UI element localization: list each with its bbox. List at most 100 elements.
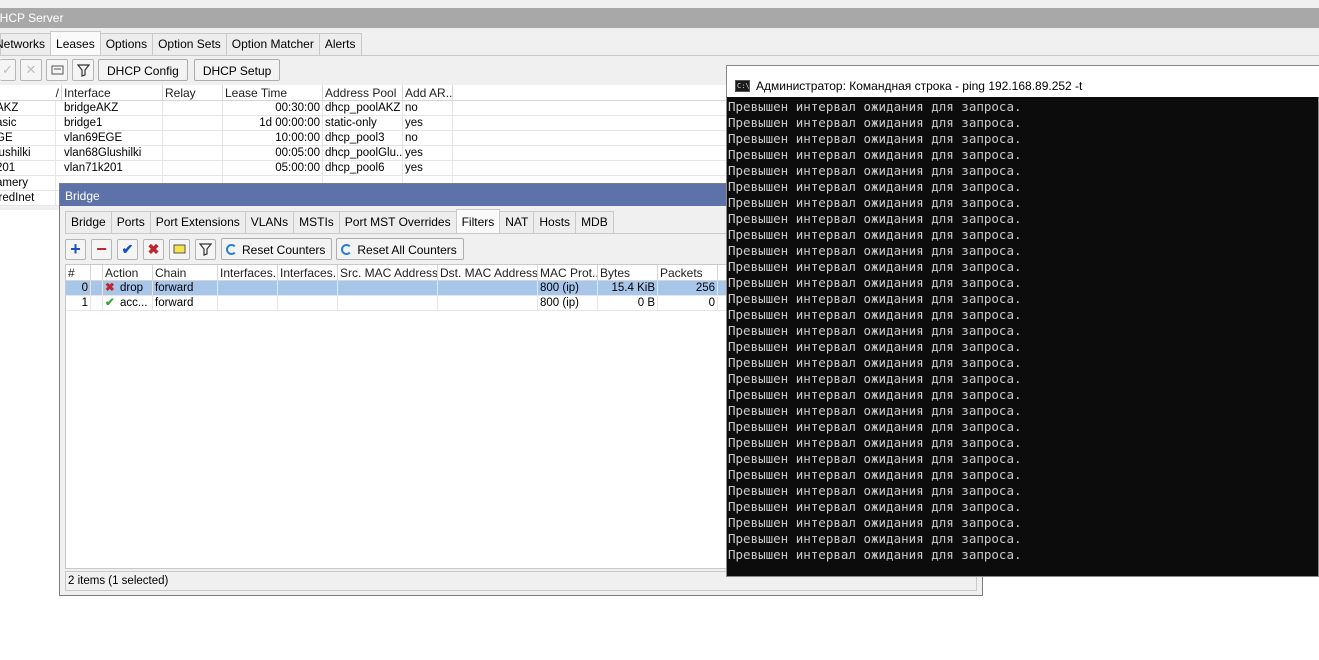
dhcp-config-button[interactable]: DHCP Config xyxy=(98,59,188,81)
cell-interface: bridgeAKZ xyxy=(62,101,163,115)
reset-all-counters-button[interactable]: Reset All Counters xyxy=(336,238,464,260)
reset-counters-button[interactable]: Reset Counters xyxy=(221,238,333,260)
dhcp-window-title[interactable]: DHCP Server xyxy=(0,8,1319,28)
comment-icon[interactable] xyxy=(46,59,68,81)
cell-src-mac xyxy=(338,281,438,295)
column-header-name[interactable]: / xyxy=(0,85,62,100)
console-line: Превышен интервал ожидания для запроса. xyxy=(728,163,1022,178)
table-header: / Interface Relay Lease Time Address Poo… xyxy=(0,85,730,101)
tab-bridge[interactable]: Bridge xyxy=(65,211,112,233)
console-line: Превышен интервал ожидания для запроса. xyxy=(728,131,1022,146)
console-line: Превышен интервал ожидания для запроса. xyxy=(728,531,1022,546)
cell-add-arp: yes xyxy=(403,116,453,130)
table-row[interactable]: AKZ bridgeAKZ 00:30:00dhcp_poolAKZno xyxy=(0,101,730,116)
cell-bytes: 15.4 KiB xyxy=(598,281,658,295)
column-header-lease-time[interactable]: Lease Time xyxy=(223,85,323,100)
filter-icon[interactable] xyxy=(195,238,216,260)
console-line: Превышен интервал ожидания для запроса. xyxy=(728,515,1022,530)
dhcp-toolbar: ✓ ✕ DHCP Config DHCP Setup xyxy=(0,58,286,82)
dhcp-setup-button[interactable]: DHCP Setup xyxy=(193,59,281,81)
console-line: Превышен интервал ожидания для запроса. xyxy=(728,451,1022,466)
tab-options[interactable]: Options xyxy=(99,33,154,55)
console-line: Превышен интервал ожидания для запроса. xyxy=(728,339,1022,354)
column-header-bytes[interactable]: Bytes xyxy=(598,265,658,280)
remove-icon[interactable]: − xyxy=(91,238,112,260)
tab-option-sets[interactable]: Option Sets xyxy=(152,33,227,55)
column-header-mac-protocol[interactable]: MAC Prot... xyxy=(538,265,598,280)
tab-hosts[interactable]: Hosts xyxy=(533,211,577,233)
tab-port-extensions[interactable]: Port Extensions xyxy=(149,211,246,233)
cell-name: asic xyxy=(0,116,56,130)
tab-ports[interactable]: Ports xyxy=(110,211,151,233)
cell-address-pool: dhcp_poolAKZ xyxy=(323,101,403,115)
column-header-relay[interactable]: Relay xyxy=(163,85,223,100)
cell-lease-time: 1d 00:00:00 xyxy=(223,116,323,130)
column-header-flags[interactable] xyxy=(91,265,103,280)
console-line: Превышен интервал ожидания для запроса. xyxy=(728,211,1022,226)
tab-networks[interactable]: Networks xyxy=(0,33,52,55)
console-line: Превышен интервал ожидания для запроса. xyxy=(728,115,1022,130)
console-line: Превышен интервал ожидания для запроса. xyxy=(728,435,1022,450)
cell-name: GE xyxy=(0,131,56,145)
tab-mdb[interactable]: MDB xyxy=(575,211,614,233)
column-header-src-mac[interactable]: Src. MAC Address... xyxy=(338,265,438,280)
action-label: drop xyxy=(120,282,144,294)
tab-filters[interactable]: Filters xyxy=(455,209,501,233)
column-header-dst-mac[interactable]: Dst. MAC Address... xyxy=(438,265,538,280)
console-line: Превышен интервал ожидания для запроса. xyxy=(728,355,1022,370)
column-header-out-interfaces[interactable]: Interfaces... xyxy=(278,265,338,280)
table-row[interactable]: lushilki vlan68Glushilki 00:05:00dhcp_pool… xyxy=(0,146,730,161)
column-header-interface[interactable]: Interface xyxy=(62,85,163,100)
column-header-number[interactable]: # xyxy=(66,265,91,280)
table-row[interactable]: GE vlan69EGE 10:00:00dhcp_pool3no xyxy=(0,131,730,146)
console-line: Превышен интервал ожидания для запроса. xyxy=(728,291,1022,306)
reset-icon xyxy=(341,244,353,255)
column-header-add-arp[interactable]: Add AR... xyxy=(403,85,453,100)
console-line: Превышен интервал ожидания для запроса. xyxy=(728,259,1022,274)
tab-port-mst-overrides[interactable]: Port MST Overrides xyxy=(338,211,457,233)
cell-add-arp: yes xyxy=(403,161,453,175)
console-title: Администратор: Командная строка - ping 1… xyxy=(756,78,1083,93)
column-header-action[interactable]: Action xyxy=(103,265,153,280)
console-output[interactable]: Превышен интервал ожидания для запроса. П… xyxy=(728,99,1318,569)
tab-alerts[interactable]: Alerts xyxy=(318,33,362,55)
console-line: Превышен интервал ожидания для запроса. xyxy=(728,371,1022,386)
console-title-bar[interactable]: C:\ Администратор: Командная строка - pi… xyxy=(727,66,1319,97)
console-line: Превышен интервал ожидания для запроса. xyxy=(728,179,1022,194)
cell-add-arp: yes xyxy=(403,146,453,160)
add-icon[interactable]: + xyxy=(65,238,86,260)
cell-number: 1 xyxy=(66,296,91,310)
cell-packets: 256 xyxy=(658,281,718,295)
cell-interface: bridge1 xyxy=(62,116,163,130)
cell-out-interfaces xyxy=(278,281,338,295)
column-header-packets[interactable]: Packets xyxy=(658,265,718,280)
table-row[interactable]: 201 vlan71k201 05:00:00dhcp_pool6yes xyxy=(0,161,730,176)
cell-name: 201 xyxy=(0,161,56,175)
disable-icon[interactable]: ✕ xyxy=(20,59,42,81)
bridge-toolbar: + − ✔ ✖ Reset Counters Reset All Counter… xyxy=(65,237,468,261)
column-header-chain[interactable]: Chain xyxy=(153,265,218,280)
enable-icon[interactable]: ✔ xyxy=(117,238,138,260)
cell-flags xyxy=(91,281,103,295)
cell-address-pool: dhcp_poolGlu... xyxy=(325,146,403,160)
comment-icon[interactable] xyxy=(169,238,190,260)
cell-in-interfaces xyxy=(218,296,278,310)
disable-icon[interactable]: ✖ xyxy=(143,238,164,260)
cell-chain: forward xyxy=(153,296,218,310)
tab-vlans[interactable]: VLANs xyxy=(244,211,295,233)
tab-option-matcher[interactable]: Option Matcher xyxy=(225,33,320,55)
column-header-in-interfaces[interactable]: Interfaces... xyxy=(218,265,278,280)
bridge-tab-bar: Bridge Ports Port Extensions VLANs MSTIs… xyxy=(65,209,614,233)
table-row[interactable]: asic bridge1 1d 00:00:00static-onlyyes xyxy=(0,116,730,131)
cell-action: ✔ acc... xyxy=(103,296,153,310)
column-header-address-pool[interactable]: Address Pool xyxy=(323,85,403,100)
console-line: Превышен интервал ожидания для запроса. xyxy=(728,387,1022,402)
tab-nat[interactable]: NAT xyxy=(499,211,535,233)
cell-relay xyxy=(163,161,223,175)
enable-icon[interactable]: ✓ xyxy=(0,59,16,81)
cell-name: AKZ xyxy=(0,101,56,115)
console-line: Превышен интервал ожидания для запроса. xyxy=(728,227,1022,242)
tab-mstis[interactable]: MSTIs xyxy=(293,211,340,233)
tab-leases[interactable]: Leases xyxy=(50,31,101,55)
filter-icon[interactable] xyxy=(72,59,94,81)
